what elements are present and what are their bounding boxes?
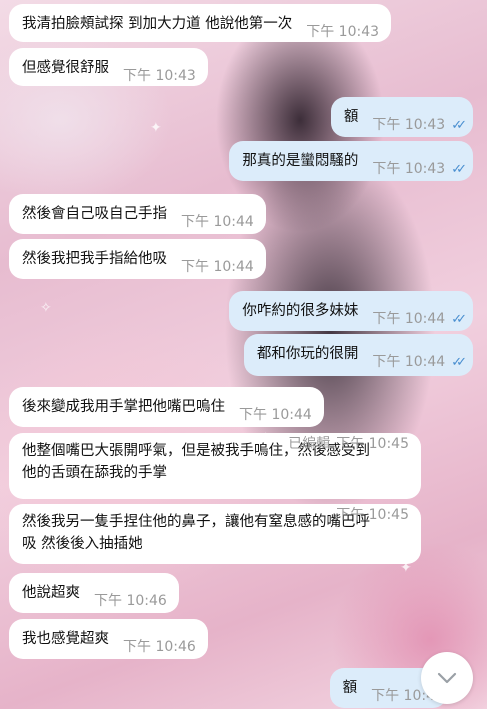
edited-label: 已編輯 — [288, 436, 331, 452]
message-text: 但感覺很舒服 — [22, 60, 109, 76]
message-time: 下午 10:44 — [181, 214, 254, 230]
message-time: 下午 10:43 — [372, 161, 446, 177]
message-time: 下午 10:45 — [336, 436, 409, 452]
message-text: 額 — [342, 680, 358, 696]
message-text: 都和你玩的很開 — [256, 346, 359, 362]
message-text: 後來變成我用手掌把他嘴巴嗚住 — [22, 399, 225, 415]
message-time: 下午 10:46 — [94, 593, 167, 609]
message-bubble-incoming[interactable]: 然後我另一隻手捏住他的鼻子，讓他有窒息感的嘴巴呼 吸 然後後入抽插她 下午 10… — [9, 504, 421, 564]
message-time: 下午 10:43 — [306, 24, 380, 40]
message-time: 下午 10:44 — [181, 259, 254, 275]
message-bubble-incoming[interactable]: 後來變成我用手掌把他嘴巴嗚住 下午 10:44 — [9, 387, 324, 427]
message-time: 下午 10:44 — [372, 311, 446, 327]
chat-message-list[interactable]: 我清拍臉頰試探 到加大力道 他說他第一次 下午 10:43 但感覺很舒服 下午 10… — [0, 0, 487, 709]
message-bubble-outgoing[interactable]: 你咋約的很多妹妹 下午 10:44 ✓✓ — [229, 291, 473, 331]
chevron-down-icon — [437, 672, 457, 684]
double-check-icon: ✓✓ — [451, 355, 467, 370]
message-text: 額 — [343, 109, 359, 125]
message-bubble-incoming[interactable]: 我也感覺超爽 下午 10:46 — [9, 619, 208, 659]
message-bubble-incoming[interactable]: 我清拍臉頰試探 到加大力道 他說他第一次 下午 10:43 — [9, 4, 392, 42]
message-bubble-incoming[interactable]: 然後我把我手指給他吸 下午 10:44 — [9, 239, 266, 279]
message-bubble-outgoing[interactable]: 都和你玩的很開 下午 10:44 ✓✓ — [243, 334, 473, 376]
double-check-icon: ✓✓ — [451, 312, 467, 327]
message-text: 那真的是蠻悶騷的 — [242, 153, 359, 169]
message-text: 他說超爽 — [22, 585, 80, 601]
double-check-icon: ✓✓ — [451, 118, 467, 133]
message-meta: 下午 10:43 ✓✓ — [372, 114, 467, 137]
message-text: 然後我把我手指給他吸 — [22, 251, 167, 267]
message-time: 下午 10:43 — [123, 68, 196, 84]
message-text: 我也感覺超爽 — [22, 631, 109, 647]
message-text: 我清拍臉頰試探 到加大力道 他說他第一次 — [22, 16, 293, 32]
double-check-icon: ✓✓ — [451, 162, 467, 177]
message-text: 然後會自己吸自己手指 — [22, 206, 167, 222]
message-bubble-outgoing[interactable]: 那真的是蠻悶騷的 下午 10:43 ✓✓ — [229, 141, 473, 181]
message-meta: 已編輯 下午 10:45 — [288, 433, 409, 493]
message-bubble-incoming[interactable]: 然後會自己吸自己手指 下午 10:44 — [9, 194, 266, 234]
message-bubble-incoming[interactable]: 他整個嘴巴大張開呼氣，但是被我手嗚住，然後感受到 他的舌頭在舔我的手掌 已編輯下… — [9, 433, 421, 499]
message-meta: 下午 10:44 ✓✓ — [372, 308, 467, 331]
message-meta: 下午 10:43 ✓✓ — [372, 158, 467, 181]
message-time: 下午 10:44 — [239, 407, 312, 423]
message-text: 你咋約的很多妹妹 — [242, 303, 359, 319]
message-bubble-incoming[interactable]: 但感覺很舒服 下午 10:43 — [9, 48, 208, 86]
message-time: 下午 10:43 — [372, 117, 446, 133]
message-time: 下午 10:45 — [336, 507, 409, 523]
message-time: 下午 10:46 — [123, 639, 196, 655]
message-bubble-outgoing[interactable]: 額下午 10:43 ✓✓ — [330, 97, 473, 137]
message-meta: 下午 10:44 ✓✓ — [372, 351, 467, 374]
scroll-to-bottom-button[interactable] — [421, 652, 473, 704]
message-bubble-incoming[interactable]: 他說超爽 下午 10:46 — [9, 573, 179, 613]
message-time: 下午 10:44 — [372, 354, 446, 370]
